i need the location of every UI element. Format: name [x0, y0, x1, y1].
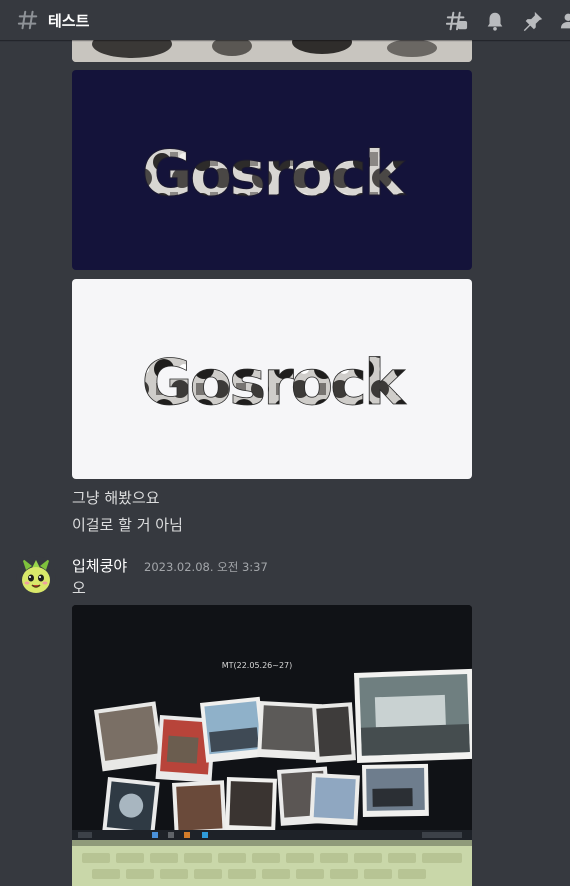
message-timestamp: 2023.02.08. 오전 3:37	[144, 560, 268, 574]
image-attachment-photo[interactable]: MT(22.05.26~27)	[72, 605, 472, 886]
message-text: 그냥 해봤으요	[72, 489, 160, 507]
pin-icon[interactable]	[522, 10, 544, 32]
image-attachment-partial[interactable]	[72, 40, 472, 62]
message-text: 이걸로 할 거 아님	[72, 516, 183, 534]
channel-header: 테스트	[0, 0, 570, 40]
hash-icon	[17, 10, 38, 30]
avatar-image	[22, 558, 50, 593]
logo-wordmark: Gosrock	[142, 346, 407, 419]
message-list[interactable]: Gosrock Gosrock 그냥 해봤으요 이걸로 할 거 아님 입체쿵야 …	[0, 40, 570, 886]
image-attachment-dark-logo[interactable]: Gosrock	[72, 70, 472, 270]
gosrock-logo-light: Gosrock	[141, 346, 410, 420]
avatar[interactable]	[16, 556, 56, 596]
image-attachment-light-logo[interactable]: Gosrock	[72, 279, 472, 479]
bell-icon[interactable]	[484, 10, 506, 32]
partial-image-content	[72, 40, 472, 62]
message-text: 오	[72, 579, 86, 597]
threads-icon[interactable]	[446, 10, 468, 32]
laptop-screen-photo: MT(22.05.26~27)	[72, 605, 472, 886]
channel-name: 테스트	[48, 12, 90, 30]
logo-wordmark: Gosrock	[142, 137, 407, 210]
gosrock-logo-dark: Gosrock	[141, 137, 410, 211]
screen-caption: MT(22.05.26~27)	[222, 661, 293, 670]
message-author[interactable]: 입체쿵야	[72, 555, 127, 576]
members-icon[interactable]	[560, 10, 570, 32]
